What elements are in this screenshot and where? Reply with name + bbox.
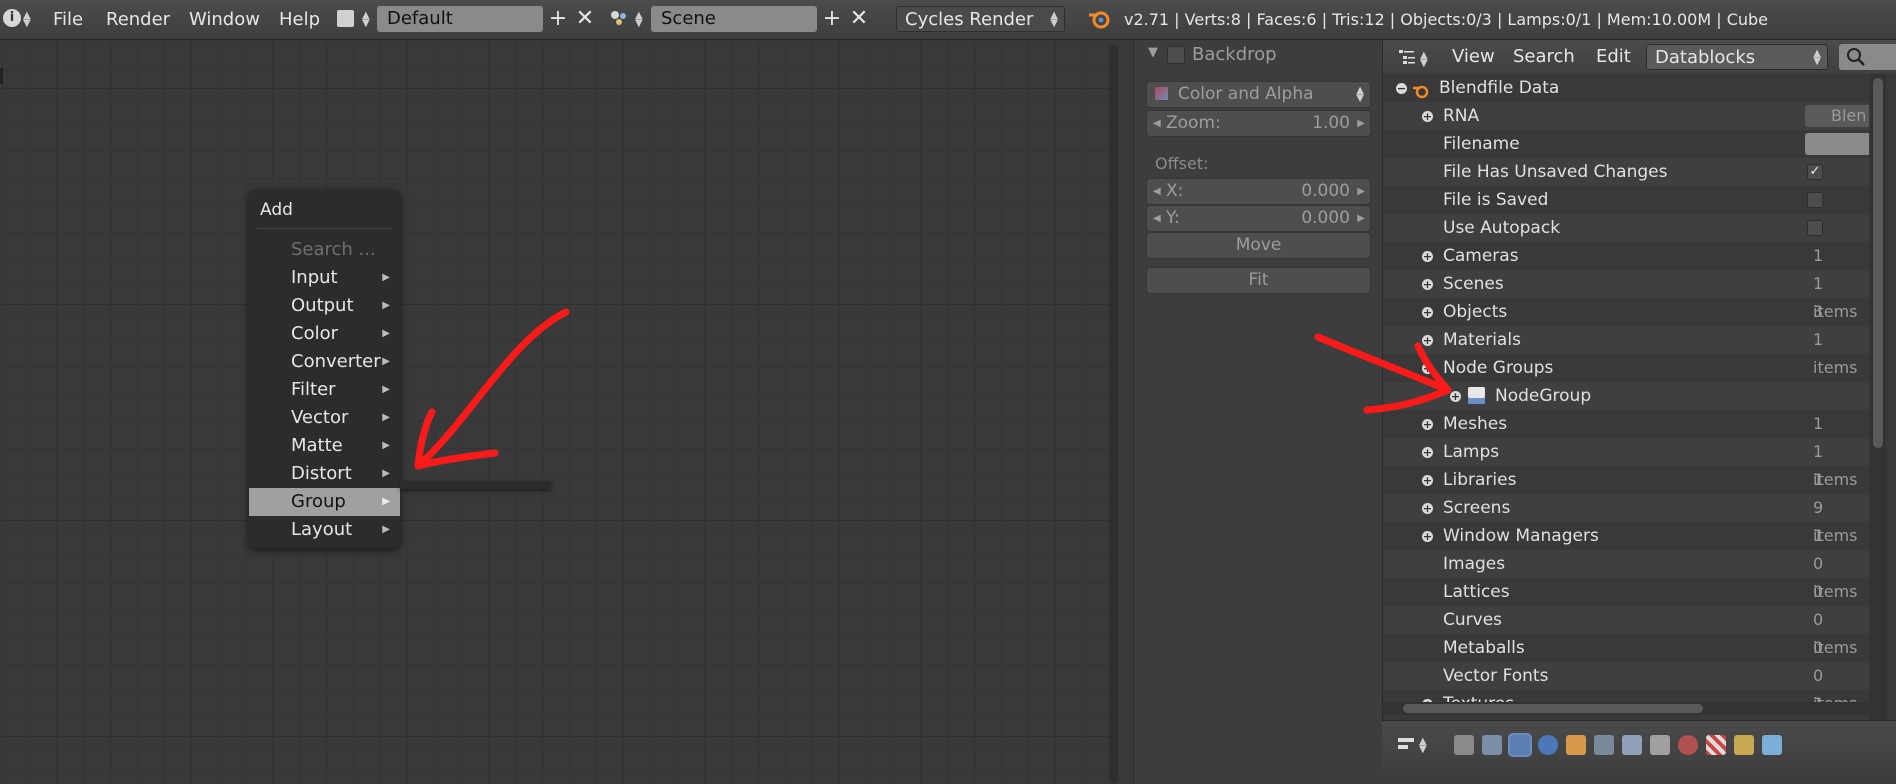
red-arrow-to-nodegroup — [1314, 333, 1452, 414]
red-arrow-to-group-menu — [414, 308, 570, 470]
annotation-overlay — [414, 308, 1452, 470]
